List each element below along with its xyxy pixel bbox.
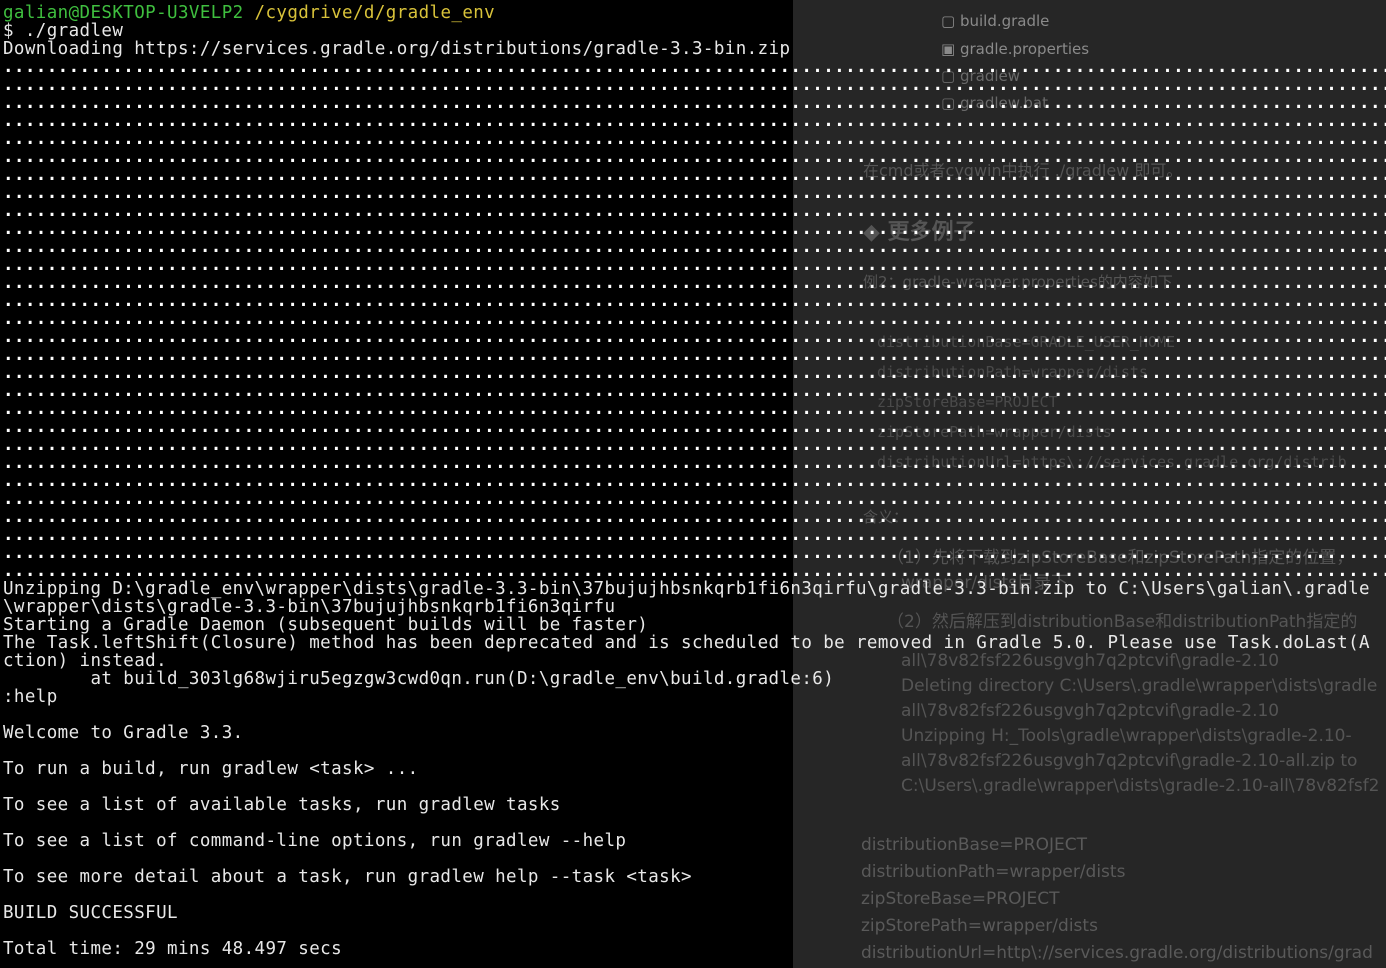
progress-dot-row: ........................................…: [3, 147, 1386, 167]
see-options-line: To see a list of command-line options, r…: [3, 831, 627, 851]
unzip-line-cont: \wrapper\dists\gradle-3.3-bin\37bujujhbs…: [3, 597, 616, 617]
see-detail-line: To see more detail about a task, run gra…: [3, 867, 692, 887]
progress-dot-row: ........................................…: [3, 219, 1386, 239]
progress-dot-row: ........................................…: [3, 399, 1386, 419]
progress-dot-row: ........................................…: [3, 525, 1386, 545]
welcome-line: Welcome to Gradle 3.3.: [3, 723, 244, 743]
progress-dot-row: ........................................…: [3, 165, 1386, 185]
unzip-line: Unzipping D:\gradle_env\wrapper\dists\gr…: [3, 579, 1370, 599]
download-line: Downloading https://services.gradle.org/…: [3, 39, 791, 59]
prompt-user-host: galian@DESKTOP-U3VELP2: [3, 3, 244, 23]
prompt-path: /cygdrive/d/gradle_env: [254, 3, 496, 23]
progress-dot-row: ........................................…: [3, 309, 1386, 329]
task-help-line: :help: [3, 687, 58, 707]
progress-dot-row: ........................................…: [3, 291, 1386, 311]
progress-dot-row: ........................................…: [3, 327, 1386, 347]
terminal-window[interactable]: galian@DESKTOP-U3VELP2 /cygdrive/d/gradl…: [0, 0, 1386, 968]
see-tasks-line: To see a list of available tasks, run gr…: [3, 795, 561, 815]
daemon-line: Starting a Gradle Daemon (subsequent bui…: [3, 615, 649, 635]
progress-dot-row: ........................................…: [3, 453, 1386, 473]
deprecation-line-cont: ction) instead.: [3, 651, 168, 671]
run-build-line: To run a build, run gradlew <task> ...: [3, 759, 419, 779]
progress-dot-row: ........................................…: [3, 417, 1386, 437]
build-success-line: BUILD SUCCESSFUL: [3, 903, 178, 923]
stack-line: at build_303lg68wjiru5egzgw3cwd0qn.run(D…: [3, 669, 835, 689]
progress-dot-row: ........................................…: [3, 507, 1386, 527]
progress-dot-row: ........................................…: [3, 363, 1386, 383]
progress-dot-row: ........................................…: [3, 435, 1386, 455]
progress-dot-row: ........................................…: [3, 381, 1386, 401]
deprecation-line: The Task.leftShift(Closure) method has b…: [3, 633, 1370, 653]
progress-dot-row: ........................................…: [3, 75, 1386, 95]
progress-dot-row: ........................................…: [3, 255, 1386, 275]
progress-dot-row: ........................................…: [3, 489, 1386, 509]
progress-dot-row: ........................................…: [3, 561, 1386, 581]
progress-dot-row: ........................................…: [3, 345, 1386, 365]
progress-dot-row: ........................................…: [3, 183, 1386, 203]
progress-dot-row: ........................................…: [3, 237, 1386, 257]
command-line: $ ./gradlew: [3, 21, 124, 41]
progress-dot-row: ........................................…: [3, 471, 1386, 491]
prompt-line: galian@DESKTOP-U3VELP2 /cygdrive/d/gradl…: [3, 4, 495, 22]
progress-dot-row: ........................................…: [3, 57, 1386, 77]
progress-dot-row: ........................................…: [3, 111, 1386, 131]
progress-dot-row: ........................................…: [3, 201, 1386, 221]
progress-dot-row: ........................................…: [3, 543, 1386, 563]
progress-dot-row: ........................................…: [3, 273, 1386, 293]
progress-dot-row: ........................................…: [3, 93, 1386, 113]
total-time-line: Total time: 29 mins 48.497 secs: [3, 939, 343, 959]
progress-dot-row: ........................................…: [3, 129, 1386, 149]
